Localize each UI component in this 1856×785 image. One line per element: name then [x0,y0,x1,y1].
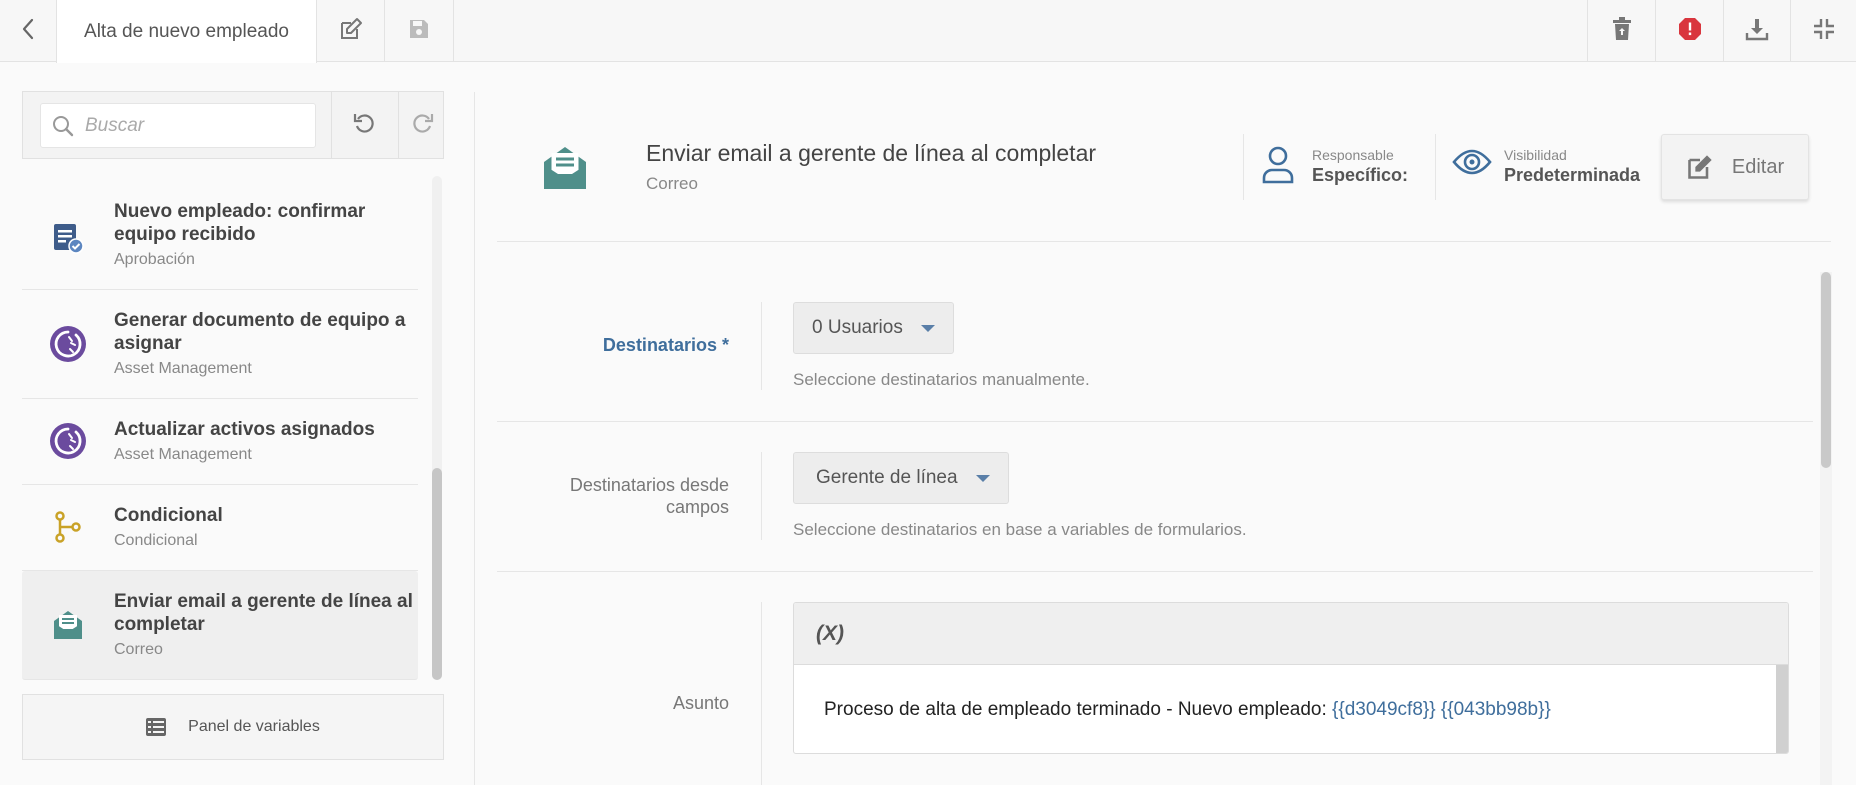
destinatarios-campos-hint: Seleccione destinatarios en base a varia… [793,520,1247,539]
asset-management-icon [48,324,88,364]
asunto-label: Asunto [672,693,729,713]
destinatarios-label: Destinatarios * [602,335,729,355]
eye-icon [1452,146,1492,183]
destinatarios-dropdown[interactable]: 0 Usuarios [793,302,954,354]
search-placeholder: Buscar [85,114,145,136]
insert-variable-button[interactable]: (X) [794,603,1788,665]
responsable-value[interactable]: Específico: [1312,165,1408,186]
task-title: Condicional [114,505,223,526]
download-icon [1745,17,1769,46]
destinatarios-campos-dropdown[interactable]: Gerente de línea [793,452,1009,504]
task-subtitle: Correo [114,641,163,658]
divider [1243,134,1244,200]
task-list: Nuevo empleado: confirmar equipo recibid… [22,180,418,680]
alert-icon [1678,17,1702,46]
email-icon [48,605,88,645]
task-title: Nuevo empleado: confirmar equipo recibid… [114,201,366,245]
edit-icon [1686,153,1714,181]
redo-icon [410,111,434,140]
destinatarios-hint: Seleccione destinatarios manualmente. [793,370,1090,389]
branch-icon [48,507,88,547]
form-row-asunto: Asunto (X) Proceso de alta de empleado t… [497,572,1813,785]
visibilidad-value[interactable]: Predeterminada [1504,165,1640,186]
variables-panel-label: Panel de variables [188,718,320,735]
divider [1435,134,1436,200]
save-icon [408,18,430,45]
divider [761,302,762,390]
form-row-destinatarios-campos: Destinatarios desde campos Gerente de lín… [497,422,1813,572]
save-button[interactable] [385,0,454,62]
task-subtitle: Asset Management [114,446,252,463]
page-title: Enviar email a gerente de línea al compl… [646,140,1097,166]
page-subtitle: Correo [646,174,698,193]
search-input[interactable]: Buscar [40,103,316,148]
undo-icon [353,111,377,140]
edit-button[interactable] [317,0,385,62]
edit-label: Editar [1731,155,1785,178]
task-list-scrollbar-thumb[interactable] [432,468,442,680]
chevron-left-icon [21,18,35,45]
tab-title: Alta de nuevo empleado [84,20,289,42]
top-bar: Alta de nuevo empleado [0,0,1856,63]
task-title: Enviar email a gerente de línea al compl… [114,591,413,635]
dropdown-value: 0 Usuarios [812,317,903,338]
list-item[interactable]: Actualizar activos asignados Asset Manag… [22,399,418,485]
caret-down-icon [975,474,990,482]
task-subtitle: Aprobación [114,251,195,268]
variable-icon: (X) [816,621,844,645]
minimize-icon [1813,18,1835,45]
undo-button[interactable] [332,92,398,158]
caret-down-icon [920,324,935,332]
asset-management-icon [48,421,88,461]
user-icon [1262,146,1294,189]
divider [761,452,762,540]
list-icon [146,718,167,736]
divider [761,602,762,785]
restore-trash-button[interactable] [1587,0,1655,62]
asunto-editor[interactable]: (X) Proceso de alta de empleado terminad… [793,602,1789,754]
visibilidad-label: Visibilidad [1504,147,1567,163]
variables-panel-button[interactable]: Panel de variables [22,694,444,760]
asunto-scrollbar[interactable] [1776,665,1788,753]
list-item[interactable]: Generar documento de equipo a asignar As… [22,290,418,399]
edit-task-button[interactable]: Editar [1661,134,1809,200]
minimize-button[interactable] [1790,0,1856,62]
task-subtitle: Asset Management [114,360,252,377]
list-item[interactable]: Nuevo empleado: confirmar equipo recibid… [22,180,418,290]
responsable-label: Responsable [1312,147,1394,163]
edit-icon [339,17,363,46]
destinatarios-campos-label: Destinatarios desde campos [569,475,729,517]
download-button[interactable] [1723,0,1790,62]
search-toolbar: Buscar [22,91,444,159]
trash-restore-icon [1612,16,1632,46]
variable-token[interactable]: {{043bb98b}} [1441,699,1551,720]
search-icon [52,115,74,143]
redo-button[interactable] [399,92,445,158]
email-icon [541,144,589,197]
approval-icon [48,218,88,258]
form-row-destinatarios: Destinatarios * 0 Usuarios Seleccione de… [497,272,1813,422]
list-item[interactable]: Condicional Condicional [22,485,418,571]
alert-button[interactable] [1655,0,1723,62]
form-scrollbar-thumb[interactable] [1821,272,1831,468]
variable-token[interactable]: {{d3049cf8}} [1332,699,1436,720]
required-mark: * [721,335,729,355]
back-button[interactable] [0,0,56,62]
task-header: Enviar email a gerente de línea al compl… [497,120,1831,242]
task-title: Generar documento de equipo a asignar [114,310,406,354]
task-subtitle: Condicional [114,532,198,549]
task-title: Actualizar activos asignados [114,419,375,440]
list-item-selected[interactable]: Enviar email a gerente de línea al compl… [22,571,418,680]
asunto-text[interactable]: Proceso de alta de empleado terminado - … [824,699,1551,721]
dropdown-value: Gerente de línea [816,467,958,488]
tab-alta-nuevo-empleado[interactable]: Alta de nuevo empleado [56,0,317,63]
panel-divider [474,92,475,785]
